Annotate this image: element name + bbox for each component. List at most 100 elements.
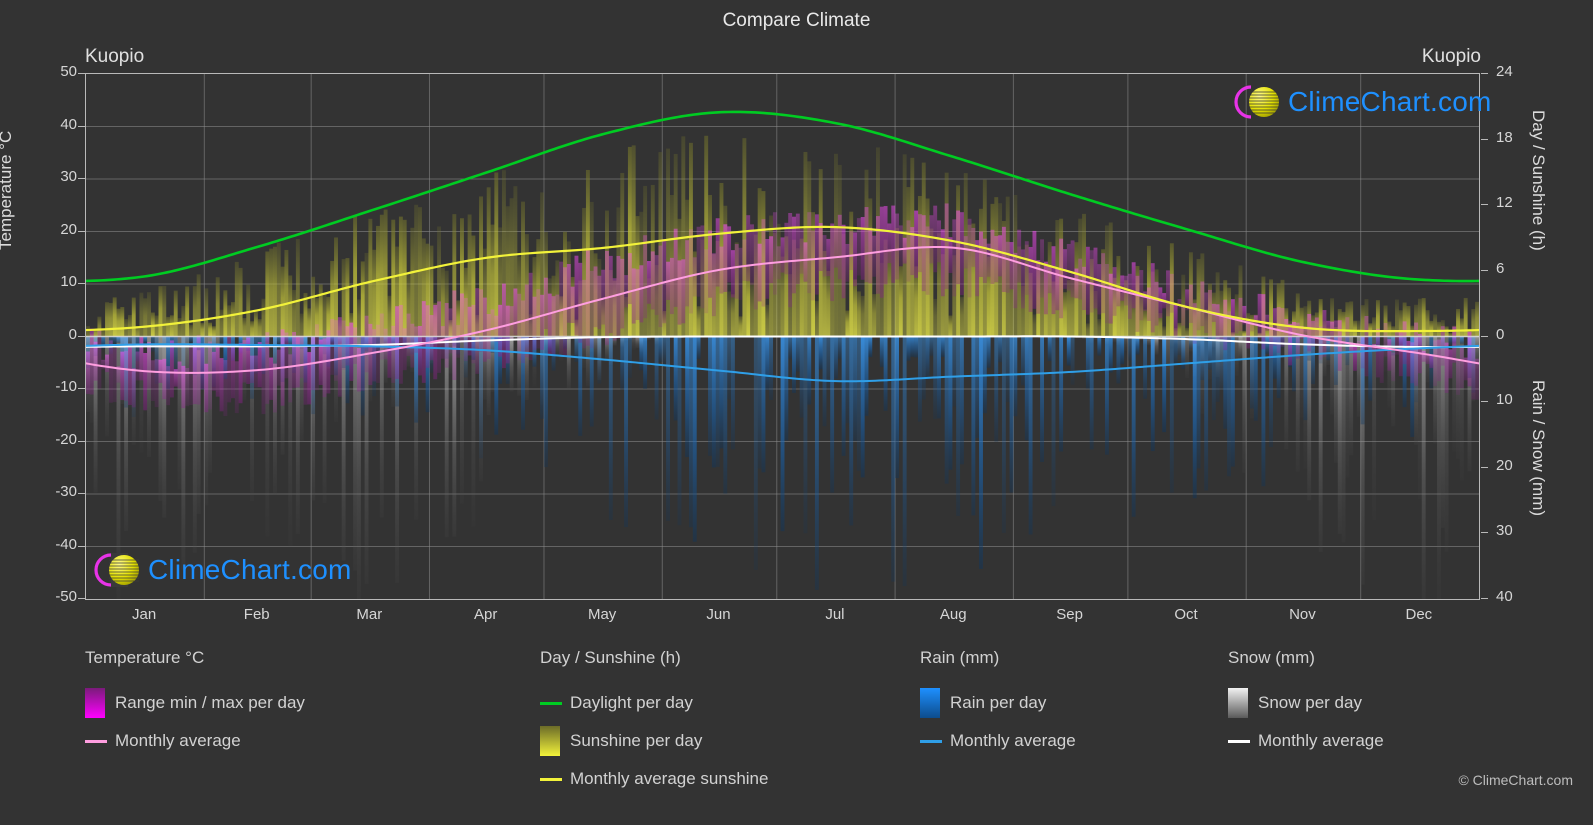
y-axis-tick-mark — [78, 545, 85, 547]
legend-item-label: Monthly average sunshine — [570, 769, 769, 788]
y-axis-tick-mark — [78, 125, 85, 127]
x-axis-tick-label: Jul — [825, 606, 845, 623]
location-label-left: Kuopio — [85, 46, 145, 67]
legend-item-label: Range min / max per day — [115, 693, 305, 712]
legend-swatch-icon — [1228, 688, 1248, 718]
legend-line-icon — [540, 764, 562, 794]
legend-group-title: Snow (mm) — [1228, 648, 1315, 667]
legend-line-icon — [920, 726, 942, 756]
legend-item[interactable]: Monthly average sunshine — [540, 760, 768, 798]
y-axis-tick-label: -30 — [55, 483, 77, 500]
legend-item-label: Monthly average — [950, 731, 1076, 750]
y-axis-tick-label: 10 — [60, 273, 77, 290]
y-axis-tick-label: 50 — [60, 63, 77, 80]
legend-item-label: Snow per day — [1258, 693, 1362, 712]
x-axis-tick-label: May — [587, 606, 617, 623]
x-axis-tick-label: Jan — [132, 606, 157, 623]
x-axis-tick-label: Feb — [243, 606, 270, 623]
legend-item[interactable]: Daylight per day — [540, 684, 768, 722]
copyright-text: © ClimeChart.com — [1458, 772, 1573, 788]
y-axis-tick-mark — [78, 178, 85, 179]
legend-item[interactable]: Range min / max per day — [85, 684, 305, 722]
legend-item-label: Sunshine per day — [570, 731, 703, 750]
y-axis-right-tick-label: 12 — [1496, 194, 1513, 212]
page-title: Compare Climate — [722, 10, 871, 31]
y-axis-tick-mark — [78, 73, 85, 74]
x-axis-tick-label: Oct — [1174, 606, 1198, 623]
y-axis-tick-label: 20 — [60, 220, 77, 238]
y-axis-tick-label: -50 — [55, 588, 77, 605]
left-axis-title: Temperature °C — [0, 130, 15, 250]
y-axis-right-tick-mark — [1481, 598, 1488, 599]
x-axis-tick-label: Apr — [474, 606, 498, 623]
chart-legend: Temperature °C Range min / max per day Mon… — [0, 648, 1593, 798]
legend-group-rain-mm: Rain (mm) Rain per day Monthly average — [920, 648, 1076, 760]
legend-item-label: Daylight per day — [570, 693, 693, 712]
legend-swatch-icon — [85, 688, 105, 718]
legend-group-snow-mm: Snow (mm) Snow per day Monthly average — [1228, 648, 1384, 760]
climechart-logo-icon — [1232, 80, 1284, 124]
x-axis-tick-label: Aug — [939, 606, 967, 623]
legend-item[interactable]: Monthly average — [85, 722, 305, 760]
y-axis-tick-mark — [78, 283, 85, 284]
climate-chart-page: Compare Climate Kuopio Kuopio Temperatur… — [0, 0, 1593, 825]
legend-group-title: Rain (mm) — [920, 648, 1000, 667]
y-axis-right-tick-label: 40 — [1496, 588, 1513, 605]
y-axis-tick-mark — [78, 493, 85, 494]
climechart-logo-top: ClimeChart.com — [1232, 80, 1492, 124]
x-axis-tick-label: Dec — [1405, 606, 1433, 623]
y-axis-right-tick-label: 18 — [1496, 128, 1513, 146]
y-axis-right-tick-label: 10 — [1496, 391, 1513, 409]
x-axis-tick-label: Sep — [1056, 606, 1083, 623]
legend-item-label: Monthly average — [1258, 731, 1384, 750]
y-axis-right-tick-label: 6 — [1496, 259, 1505, 277]
y-axis-tick-label: 40 — [60, 115, 77, 133]
legend-group-temperature-c: Temperature °C Range min / max per day Mon… — [85, 648, 305, 760]
y-axis-tick-mark — [78, 598, 85, 599]
y-axis-right-tick-mark — [1481, 204, 1488, 206]
climechart-logo-icon — [92, 548, 144, 592]
y-axis-tick-label: 0 — [68, 325, 77, 343]
y-axis-tick-label: 30 — [60, 168, 77, 185]
legend-item[interactable]: Snow per day — [1228, 684, 1384, 722]
legend-item-label: Monthly average — [115, 731, 241, 750]
chart-canvas — [86, 74, 1479, 599]
y-axis-right-tick-label: 30 — [1496, 522, 1513, 540]
legend-line-icon — [1228, 726, 1250, 756]
y-axis-right-tick-mark — [1481, 466, 1488, 468]
y-axis-tick-mark — [78, 335, 85, 337]
climechart-logo-bottom: ClimeChart.com — [92, 548, 352, 592]
legend-swatch-icon — [920, 688, 940, 718]
y-axis-tick-mark — [78, 440, 85, 442]
legend-group-day-sunshine-h: Day / Sunshine (h) Daylight per day Sunshi… — [540, 648, 768, 798]
legend-item-label: Rain per day — [950, 693, 1047, 712]
y-axis-right-tick-mark — [1481, 269, 1488, 271]
y-axis-tick-label: -20 — [55, 430, 77, 448]
location-label-right: Kuopio — [1421, 46, 1481, 67]
climechart-logo-text: ClimeChart.com — [1288, 86, 1492, 117]
y-axis-tick-mark — [78, 388, 85, 389]
legend-group-title: Temperature °C — [85, 648, 205, 667]
legend-item[interactable]: Sunshine per day — [540, 722, 768, 760]
y-axis-right-tick-mark — [1481, 138, 1488, 140]
y-axis-right-tick-label: 0 — [1496, 325, 1505, 343]
legend-swatch-icon — [540, 726, 560, 756]
x-axis-tick-label: Jun — [706, 606, 731, 623]
x-axis-tick-label: Nov — [1289, 606, 1316, 623]
legend-line-icon — [540, 688, 562, 718]
y-axis-right-tick-mark — [1481, 335, 1488, 337]
legend-item[interactable]: Monthly average — [920, 722, 1076, 760]
y-axis-tick-label: -10 — [55, 378, 77, 395]
y-axis-right-tick-label: 24 — [1496, 63, 1513, 80]
y-axis-right-tick-mark — [1481, 401, 1488, 403]
y-axis-right-tick-label: 20 — [1496, 456, 1513, 474]
climechart-logo-text: ClimeChart.com — [148, 554, 352, 585]
y-axis-right-tick-mark — [1481, 532, 1488, 534]
y-axis-right-tick-mark — [1481, 73, 1488, 74]
x-axis-tick-label: Mar — [356, 606, 383, 623]
legend-item[interactable]: Monthly average — [1228, 722, 1384, 760]
plot-area — [85, 73, 1480, 600]
legend-line-icon — [85, 726, 107, 756]
legend-item[interactable]: Rain per day — [920, 684, 1076, 722]
y-axis-tick-label: -40 — [55, 535, 77, 553]
